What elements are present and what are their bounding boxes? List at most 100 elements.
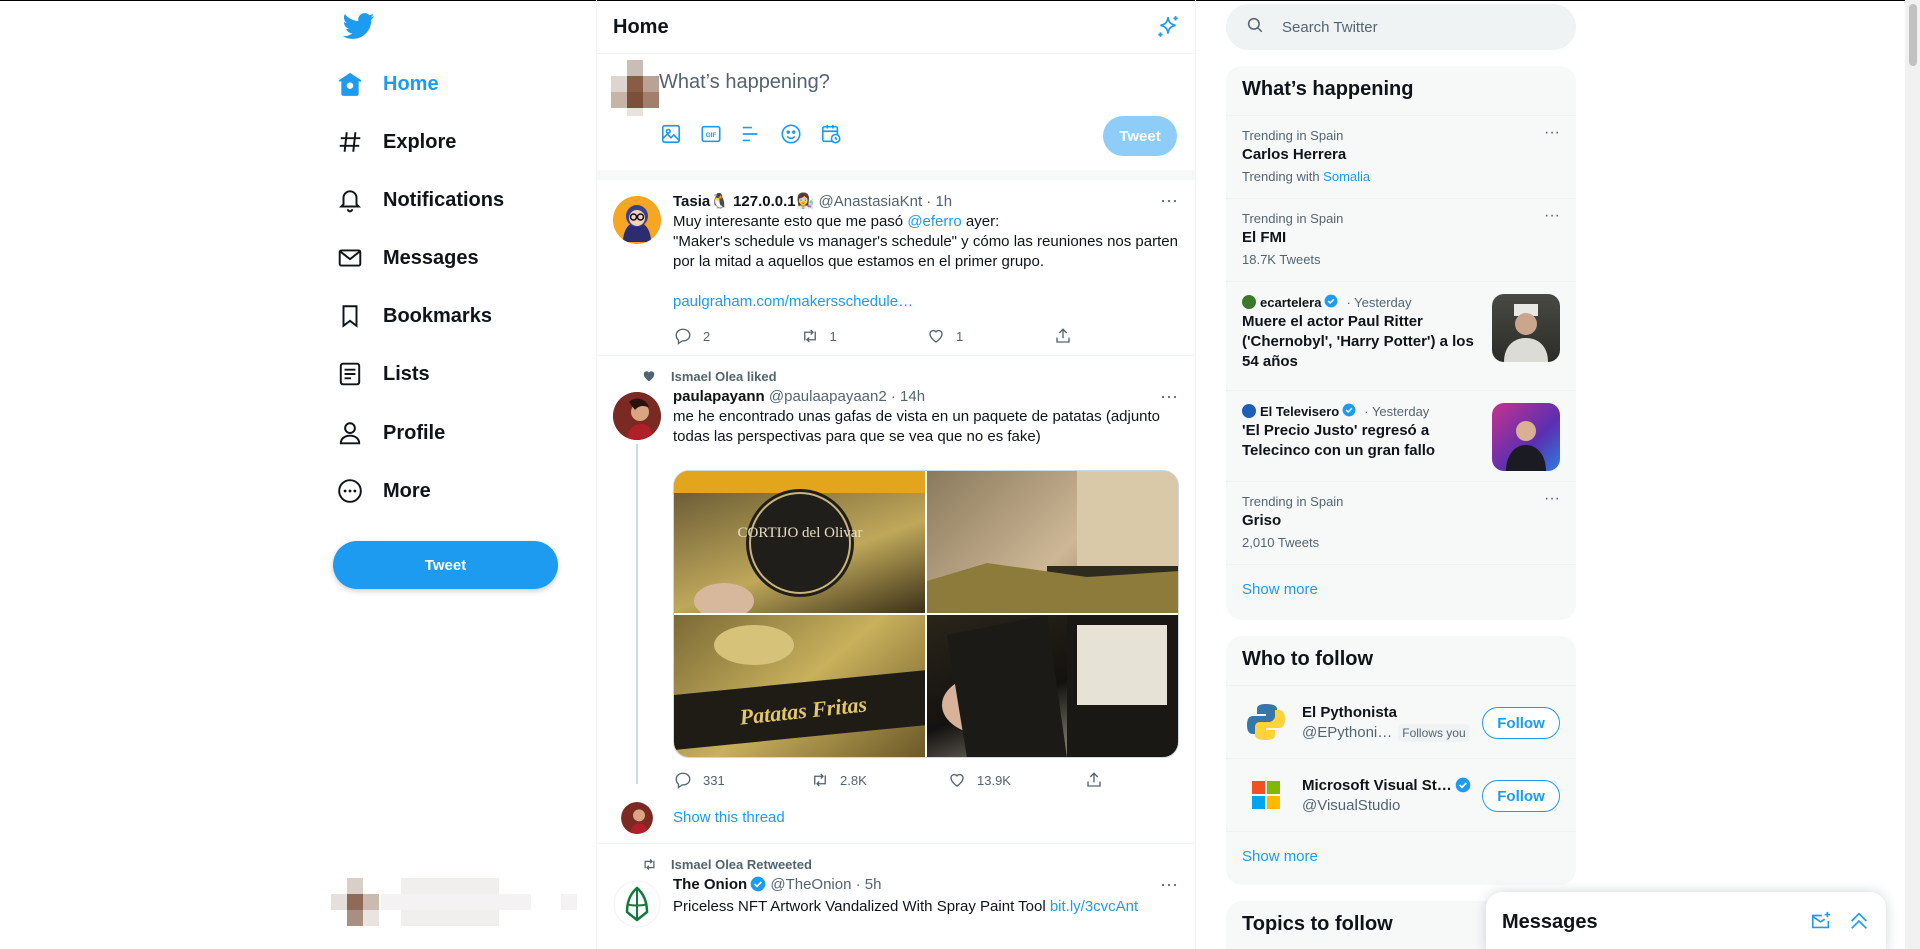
- trend-item[interactable]: Trending in Spain Griso 2,010 Tweets ···: [1226, 482, 1576, 565]
- retweet-button[interactable]: 2.8K: [810, 770, 947, 790]
- retweet-button[interactable]: 1: [800, 326, 927, 346]
- tweet-photo[interactable]: [927, 615, 1178, 757]
- share-icon: [1053, 326, 1073, 346]
- tweet-time[interactable]: · 5h: [856, 876, 882, 893]
- show-more-link[interactable]: Show more: [1226, 565, 1576, 617]
- reply-button[interactable]: 331: [673, 770, 810, 790]
- more-icon[interactable]: ···: [1159, 387, 1179, 412]
- social-context-text[interactable]: Ismael Olea Retweeted: [671, 857, 812, 872]
- follow-suggestion[interactable]: El Pythonista @EPythoni… Follows you Foll…: [1226, 686, 1576, 759]
- like-button[interactable]: 1: [926, 326, 1053, 346]
- tweet-time[interactable]: · 1h: [926, 193, 952, 210]
- like-button[interactable]: 13.9K: [947, 770, 1084, 790]
- messages-drawer-actions: [1810, 910, 1870, 937]
- url-link[interactable]: bit.ly/3cvcAnt: [1050, 898, 1138, 915]
- more-icon[interactable]: ···: [1159, 875, 1179, 900]
- share-button[interactable]: [1084, 770, 1195, 790]
- svg-text:GIF: GIF: [706, 132, 717, 139]
- avatar[interactable]: [613, 196, 661, 244]
- card-title: What’s happening: [1226, 66, 1576, 116]
- account-more-blurred: [561, 894, 577, 910]
- reply-icon: [673, 770, 693, 790]
- news-item[interactable]: El Televisero · Yesterday 'El Precio Jus…: [1226, 391, 1576, 482]
- messages-drawer[interactable]: Messages: [1486, 892, 1886, 949]
- tweet-photo[interactable]: CORTIJO del Olivar: [674, 471, 925, 613]
- photo-caption: CORTIJO del Olivar: [738, 525, 863, 541]
- avatar[interactable]: [1242, 698, 1290, 746]
- tweet-photo[interactable]: Patatas Fritas: [674, 615, 925, 757]
- nav-item-bookmarks[interactable]: Bookmarks: [337, 292, 492, 340]
- tweet[interactable]: Tasia🐧 127.0.0.1👩‍🔬 @AnastasiaKnt · 1h M…: [597, 180, 1195, 356]
- new-message-icon[interactable]: [1810, 910, 1832, 937]
- source-name: El Televisero: [1260, 403, 1340, 419]
- nav-item-profile[interactable]: Profile: [337, 409, 445, 457]
- author-handle[interactable]: @paulaapayaan2: [769, 388, 887, 405]
- hashtag-icon: [337, 129, 363, 155]
- news-thumbnail: [1492, 294, 1560, 362]
- schedule-icon[interactable]: [817, 120, 845, 148]
- emoji-icon[interactable]: [777, 120, 805, 148]
- url-link[interactable]: paulgraham.com/makersschedule…: [673, 293, 913, 310]
- user-name: Microsoft Visual St…: [1302, 777, 1471, 794]
- trend-item[interactable]: Trending in Spain Carlos Herrera Trendin…: [1226, 116, 1576, 199]
- scrollbar[interactable]: [1905, 0, 1920, 949]
- more-icon[interactable]: ···: [1159, 191, 1179, 216]
- trend-sub-link[interactable]: Somalia: [1323, 169, 1370, 184]
- twitter-logo-icon[interactable]: [342, 10, 375, 42]
- avatar[interactable]: [613, 392, 661, 440]
- image-icon[interactable]: [657, 120, 685, 148]
- more-icon[interactable]: ···: [1544, 125, 1560, 141]
- nav-item-home[interactable]: Home: [337, 60, 439, 108]
- author-name[interactable]: The Onion: [673, 876, 747, 893]
- avatar-pixel: [363, 910, 379, 926]
- double-chevron-up-icon[interactable]: [1848, 910, 1870, 937]
- account-switcher[interactable]: [331, 878, 577, 928]
- social-context-text[interactable]: Ismael Olea liked: [671, 369, 777, 384]
- poll-icon[interactable]: [737, 120, 765, 148]
- account-name-blurred: [381, 894, 531, 910]
- author-name[interactable]: paulapayann: [673, 388, 765, 405]
- share-button[interactable]: [1053, 326, 1180, 346]
- show-thread-link[interactable]: Show this thread: [673, 809, 785, 826]
- compose-input[interactable]: What’s happening?: [659, 71, 830, 94]
- more-icon[interactable]: ···: [1544, 491, 1560, 507]
- author-name[interactable]: Tasia🐧 127.0.0.1👩‍🔬: [673, 193, 814, 210]
- avatar[interactable]: [1242, 771, 1290, 819]
- nav-item-explore[interactable]: Explore: [337, 118, 456, 166]
- show-more-link[interactable]: Show more: [1226, 832, 1576, 884]
- user-handle-text: @EPythoni…: [1302, 724, 1393, 741]
- user-handle: @EPythoni… Follows you: [1302, 724, 1470, 742]
- trend-item[interactable]: Trending in Spain El FMI 18.7K Tweets ··…: [1226, 199, 1576, 282]
- news-item[interactable]: ecartelera · Yesterday Muere el actor Pa…: [1226, 282, 1576, 391]
- follow-button[interactable]: Follow: [1482, 707, 1560, 739]
- search-input[interactable]: [1282, 18, 1542, 36]
- nav-item-lists[interactable]: Lists: [337, 350, 430, 398]
- tweet[interactable]: Ismael Olea Retweeted The Onion @TheOnio…: [597, 844, 1195, 949]
- tweet-time[interactable]: · 14h: [891, 388, 925, 405]
- reply-button[interactable]: 2: [673, 326, 800, 346]
- search-box[interactable]: [1226, 4, 1576, 50]
- trend-meta: Trending in Spain: [1242, 494, 1344, 509]
- more-icon[interactable]: ···: [1544, 208, 1560, 224]
- gif-icon[interactable]: GIF: [697, 120, 725, 148]
- avatar: [611, 60, 659, 116]
- verified-badge-icon: [750, 876, 766, 892]
- tweet-button[interactable]: Tweet: [333, 541, 558, 589]
- avatar[interactable]: [613, 880, 661, 928]
- scrollbar-thumb[interactable]: [1909, 4, 1917, 66]
- author-handle[interactable]: @TheOnion: [770, 876, 851, 893]
- mention-link[interactable]: @eferro: [907, 213, 961, 230]
- nav-item-notifications[interactable]: Notifications: [337, 176, 504, 224]
- tweet-photo[interactable]: [927, 471, 1178, 613]
- compose-tweet-button[interactable]: Tweet: [1103, 116, 1177, 156]
- follow-suggestion[interactable]: Microsoft Visual St… @VisualStudio Follo…: [1226, 759, 1576, 832]
- nav-item-more[interactable]: More: [337, 467, 431, 515]
- bell-icon: [337, 187, 363, 213]
- tweet[interactable]: Ismael Olea liked paulapayann @paulaapay…: [597, 356, 1195, 844]
- trend-sub-text: Trending with: [1242, 169, 1324, 184]
- nav-item-messages[interactable]: Messages: [337, 234, 479, 282]
- author-handle[interactable]: @AnastasiaKnt: [819, 193, 923, 210]
- follow-button[interactable]: Follow: [1482, 780, 1560, 812]
- sparkle-icon[interactable]: [1155, 14, 1181, 40]
- news-time: · Yesterday: [1364, 403, 1430, 419]
